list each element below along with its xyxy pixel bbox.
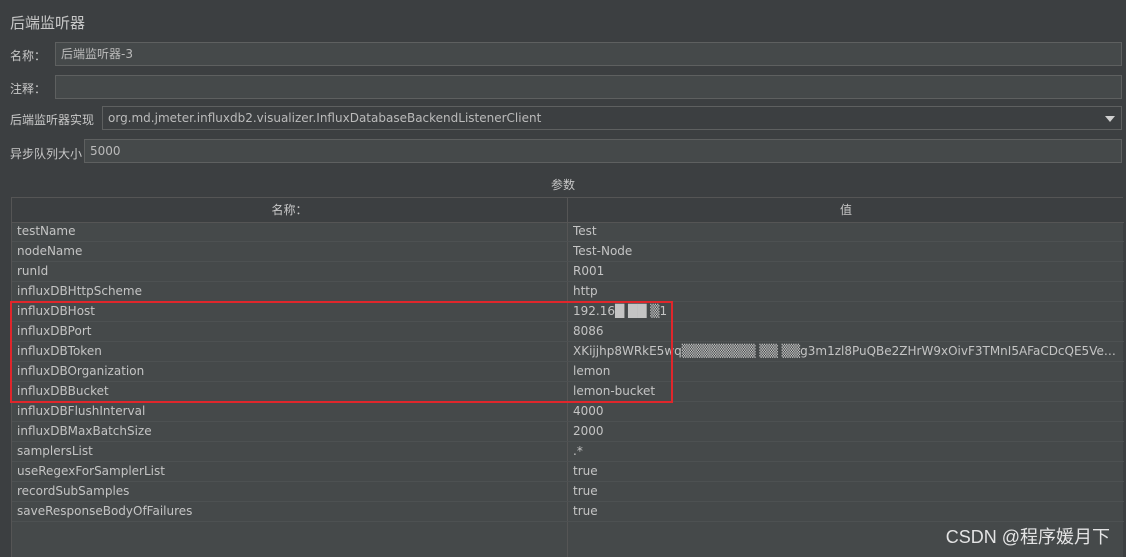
- param-value-cell[interactable]: true: [573, 462, 1120, 482]
- chevron-down-icon[interactable]: [1105, 116, 1115, 122]
- table-row[interactable]: samplersList .*: [12, 442, 1124, 462]
- comment-field[interactable]: [55, 75, 1122, 99]
- table-row[interactable]: influxDBFlushInterval 4000: [12, 402, 1124, 422]
- param-value-cell[interactable]: 8086: [573, 322, 1120, 342]
- param-value-cell[interactable]: R001: [573, 262, 1120, 282]
- param-name-cell[interactable]: testName: [17, 222, 562, 242]
- table-row[interactable]: useRegexForSamplerList true: [12, 462, 1124, 482]
- param-name-cell[interactable]: influxDBOrganization: [17, 362, 562, 382]
- param-name-cell[interactable]: influxDBHttpScheme: [17, 282, 562, 302]
- table-row[interactable]: influxDBToken XKijjhp8WRkE5wq▒▒▒▒▒▒▒▒ ▒▒ …: [12, 342, 1124, 362]
- table-row[interactable]: nodeName Test-Node: [12, 242, 1124, 262]
- param-value-cell[interactable]: true: [573, 502, 1120, 522]
- queue-label: 异步队列大小: [10, 147, 83, 161]
- param-value-cell[interactable]: lemon-bucket: [573, 382, 1120, 402]
- param-name-cell[interactable]: influxDBBucket: [17, 382, 562, 402]
- table-row[interactable]: influxDBHost 192.16█ ██ ▒1: [12, 302, 1124, 322]
- param-value-cell[interactable]: .*: [573, 442, 1120, 462]
- param-value-cell[interactable]: 2000: [573, 422, 1120, 442]
- table-row[interactable]: influxDBHttpScheme http: [12, 282, 1124, 302]
- impl-select-value: org.md.jmeter.influxdb2.visualizer.Influ…: [108, 111, 542, 125]
- param-name-cell[interactable]: influxDBPort: [17, 322, 562, 342]
- impl-label: 后端监听器实现: [10, 113, 95, 127]
- param-name-cell[interactable]: influxDBFlushInterval: [17, 402, 562, 422]
- param-value-cell[interactable]: http: [573, 282, 1120, 302]
- backend-listener-panel: 后端监听器 名称： 后端监听器-3 注释： 后端监听器实现 org.md.jme…: [0, 0, 1126, 557]
- table-row[interactable]: saveResponseBodyOfFailures true: [12, 502, 1124, 522]
- param-value-cell[interactable]: Test: [573, 222, 1120, 242]
- name-field[interactable]: 后端监听器-3: [55, 42, 1122, 66]
- param-name-cell[interactable]: samplersList: [17, 442, 562, 462]
- param-name-cell[interactable]: influxDBHost: [17, 302, 562, 322]
- params-title: 参数: [550, 178, 575, 192]
- table-row[interactable]: runId R001: [12, 262, 1124, 282]
- param-value-cell[interactable]: true: [573, 482, 1120, 502]
- param-name-cell[interactable]: useRegexForSamplerList: [17, 462, 562, 482]
- param-name-cell[interactable]: runId: [17, 262, 562, 282]
- param-name-cell[interactable]: influxDBToken: [17, 342, 562, 362]
- table-row[interactable]: testName Test: [12, 222, 1124, 242]
- table-row[interactable]: influxDBMaxBatchSize 2000: [12, 422, 1124, 442]
- table-row[interactable]: influxDBBucket lemon-bucket: [12, 382, 1124, 402]
- param-value-cell[interactable]: 4000: [573, 402, 1120, 422]
- impl-select[interactable]: org.md.jmeter.influxdb2.visualizer.Influ…: [102, 106, 1122, 130]
- param-value-cell[interactable]: Test-Node: [573, 242, 1120, 262]
- param-name-cell[interactable]: recordSubSamples: [17, 482, 562, 502]
- params-table: 名称： 值 testName Test nodeName Test-Node runId…: [11, 197, 1124, 557]
- panel-title: 后端监听器: [10, 14, 86, 32]
- param-name-cell[interactable]: influxDBMaxBatchSize: [17, 422, 562, 442]
- table-row[interactable]: influxDBOrganization lemon: [12, 362, 1124, 382]
- param-name-cell[interactable]: saveResponseBodyOfFailures: [17, 502, 562, 522]
- comment-label: 注释：: [10, 82, 47, 96]
- name-label: 名称：: [10, 49, 47, 63]
- table-row[interactable]: influxDBPort 8086: [12, 322, 1124, 342]
- param-value-cell[interactable]: XKijjhp8WRkE5wq▒▒▒▒▒▒▒▒ ▒▒ ▒▒g3m1zl8PuQB…: [573, 342, 1120, 362]
- column-header-value[interactable]: 值: [568, 198, 1124, 222]
- table-header: 名称： 值: [12, 198, 1124, 223]
- column-header-name[interactable]: 名称：: [12, 198, 567, 222]
- param-value-cell[interactable]: 192.16█ ██ ▒1: [573, 302, 1120, 322]
- param-name-cell[interactable]: nodeName: [17, 242, 562, 262]
- table-row[interactable]: recordSubSamples true: [12, 482, 1124, 502]
- watermark: CSDN @程序媛月下: [945, 527, 1110, 547]
- param-value-cell[interactable]: lemon: [573, 362, 1120, 382]
- queue-size-field[interactable]: 5000: [84, 139, 1122, 163]
